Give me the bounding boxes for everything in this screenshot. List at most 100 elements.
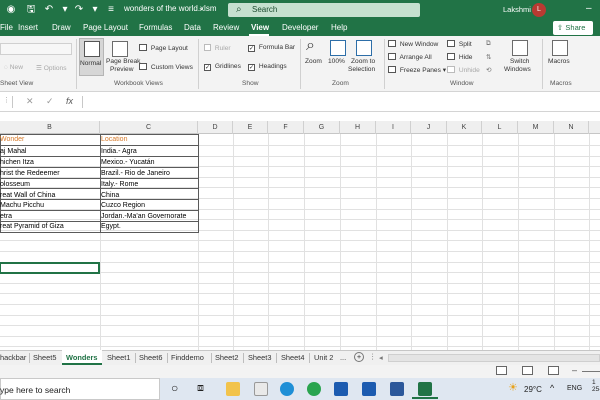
- undo-icon[interactable]: ↶: [42, 3, 56, 17]
- view-side-by-side-icon[interactable]: ⧉: [486, 40, 491, 48]
- custom-views-button[interactable]: Custom Views: [139, 63, 193, 71]
- cell-location[interactable]: Egypt.: [101, 222, 197, 232]
- formula-bar-checkbox[interactable]: ✓ Formula Bar: [248, 44, 295, 52]
- excel-icon[interactable]: [418, 382, 432, 396]
- sheet-tab[interactable]: Sheet6: [139, 353, 162, 362]
- sheet-tab[interactable]: Sheet2: [215, 353, 238, 362]
- scroll-left-icon[interactable]: ◂: [379, 353, 383, 362]
- tab-review[interactable]: Review: [213, 23, 239, 32]
- page-break-status-icon[interactable]: [548, 366, 559, 375]
- language-indicator[interactable]: ENG: [567, 385, 582, 392]
- cell-wonder[interactable]: etra: [0, 212, 98, 222]
- cell-wonder[interactable]: reat Wall of China: [0, 191, 98, 201]
- share-button[interactable]: ⇧ Share: [553, 21, 593, 35]
- insert-function-icon[interactable]: fx: [66, 96, 73, 106]
- sheet-tab[interactable]: Finddemo: [171, 353, 204, 362]
- zoom-button[interactable]: Zoom: [305, 58, 322, 65]
- column-header-l[interactable]: L: [482, 121, 518, 134]
- cell-location[interactable]: Brazil.- Rio de Janeiro: [101, 169, 197, 179]
- page-layout-status-icon[interactable]: [522, 366, 533, 375]
- cancel-icon[interactable]: ✕: [26, 96, 34, 107]
- cell-wonder[interactable]: olosseum: [0, 180, 98, 190]
- cell-location[interactable]: Jordan.-Ma'an Governorate: [101, 212, 197, 222]
- more-sheets-button[interactable]: ...: [340, 353, 346, 362]
- undo-dropdown-icon[interactable]: ▾: [58, 3, 72, 17]
- task-view-icon[interactable]: ⧈: [197, 381, 204, 395]
- minimize-icon[interactable]: –: [586, 3, 592, 14]
- more-icon[interactable]: ⋮: [3, 96, 10, 104]
- tab-file[interactable]: File: [0, 23, 13, 32]
- tab-insert[interactable]: Insert: [18, 23, 38, 32]
- column-header-b[interactable]: B: [0, 121, 100, 134]
- cell-location[interactable]: China: [101, 191, 197, 201]
- zoom-app-icon[interactable]: [334, 382, 348, 396]
- split-button[interactable]: Split: [447, 40, 472, 48]
- weather-icon[interactable]: ☀: [508, 381, 518, 395]
- cell-location[interactable]: Mexico.- Yucatán: [101, 158, 197, 168]
- sheet-tab[interactable]: Unit 2: [314, 353, 333, 362]
- chevron-down-icon[interactable]: ⌄: [198, 3, 205, 12]
- horizontal-scrollbar[interactable]: [388, 354, 600, 362]
- sheet-tab[interactable]: hackbar: [0, 353, 26, 362]
- switch-windows-button[interactable]: Switch: [510, 58, 529, 65]
- zoom-to-selection-button[interactable]: Zoom to: [351, 58, 375, 65]
- autosave-icon[interactable]: ◉: [4, 3, 18, 17]
- zoom-out-icon[interactable]: –: [572, 365, 577, 375]
- tab-help[interactable]: Help: [331, 23, 347, 32]
- cell-wonder[interactable]: aj Mahal: [0, 147, 98, 157]
- chrome-icon[interactable]: [307, 382, 321, 396]
- tab-draw[interactable]: Draw: [52, 23, 71, 32]
- cell-wonder[interactable]: hrist the Redeemer: [0, 169, 98, 179]
- hide-button[interactable]: Hide: [447, 53, 472, 61]
- cell-wonder[interactable]: reat Pyramid of Giza: [0, 222, 98, 232]
- header-cell-wonder[interactable]: Wonder: [0, 135, 98, 145]
- search-box[interactable]: ⌕ Search: [228, 3, 420, 17]
- sheet-tab[interactable]: Sheet4: [281, 353, 304, 362]
- sheet-tab[interactable]: Sheet5: [33, 353, 56, 362]
- edge-icon[interactable]: [280, 382, 294, 396]
- sheet-view-dropdown[interactable]: [0, 43, 72, 55]
- tab-page-layout[interactable]: Page Layout: [83, 23, 128, 32]
- formula-input[interactable]: [84, 94, 600, 110]
- page-break-preview-button[interactable]: Page Break: [106, 58, 140, 65]
- tab-developer[interactable]: Developer: [282, 23, 318, 32]
- column-header-f[interactable]: F: [268, 121, 304, 134]
- file-explorer-icon[interactable]: [226, 382, 240, 396]
- unhide-button[interactable]: Unhide: [447, 66, 480, 74]
- column-header-h[interactable]: H: [340, 121, 376, 134]
- zoom-slider[interactable]: [582, 371, 600, 372]
- active-cell-cursor[interactable]: [0, 262, 100, 274]
- add-sheet-button[interactable]: +: [354, 352, 364, 362]
- column-header-d[interactable]: D: [198, 121, 233, 134]
- ruler-checkbox[interactable]: Ruler: [204, 44, 231, 52]
- customize-toolbar-icon[interactable]: ≡: [104, 3, 118, 17]
- sheet-tab-active[interactable]: Wonders: [66, 353, 97, 362]
- save-icon[interactable]: 🖫: [24, 3, 38, 17]
- column-header-g[interactable]: G: [304, 121, 340, 134]
- options-button[interactable]: ☰ Options: [36, 64, 67, 72]
- sync-scroll-icon[interactable]: ⇅: [486, 53, 492, 61]
- header-cell-location[interactable]: Location: [101, 135, 197, 145]
- avatar[interactable]: L: [532, 3, 546, 17]
- cell-location[interactable]: Italy.- Rome: [101, 180, 197, 190]
- column-header-m[interactable]: M: [518, 121, 554, 134]
- cortana-icon[interactable]: ○: [171, 381, 178, 395]
- normal-view-status-icon[interactable]: [496, 366, 507, 375]
- weather-temperature[interactable]: 29°C: [524, 385, 542, 394]
- gridlines-checkbox[interactable]: ✓ Gridlines: [204, 63, 241, 71]
- cell-location[interactable]: India.- Agra: [101, 147, 197, 157]
- new-sheet-view-button[interactable]: ◌ New: [4, 64, 23, 71]
- macros-button[interactable]: Macros: [548, 58, 570, 65]
- headings-checkbox[interactable]: ✓ Headings: [248, 63, 287, 71]
- new-window-button[interactable]: New Window: [388, 40, 438, 48]
- zoom-100-button[interactable]: 100%: [328, 58, 345, 65]
- sheet-tab[interactable]: Sheet3: [248, 353, 271, 362]
- chevron-up-icon[interactable]: ^: [550, 381, 554, 395]
- tab-formulas[interactable]: Formulas: [139, 23, 172, 32]
- tab-options-icon[interactable]: ⋮: [369, 352, 376, 361]
- taskbar-clock[interactable]: 1 25-1: [592, 379, 600, 393]
- reset-window-icon[interactable]: ⟲: [486, 66, 492, 74]
- column-header-c[interactable]: C: [100, 121, 198, 134]
- redo-dropdown-icon[interactable]: ▾: [88, 3, 102, 17]
- zoom-app-icon[interactable]: [362, 382, 376, 396]
